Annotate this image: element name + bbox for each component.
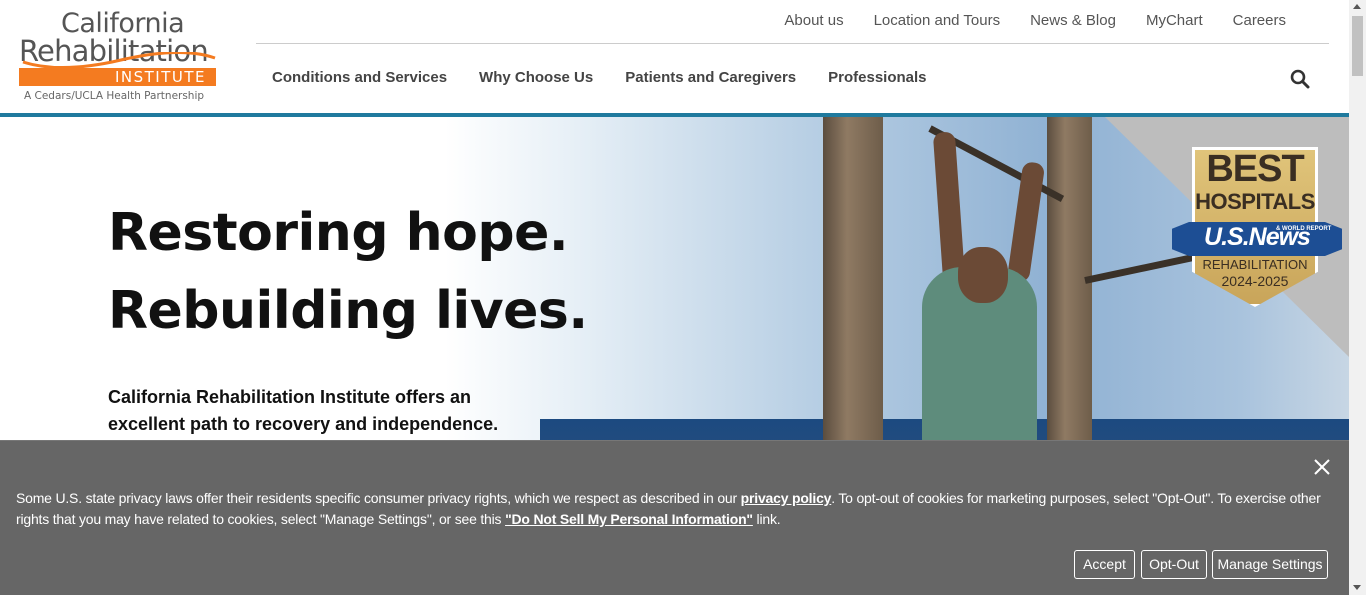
hero-person-head (958, 247, 1008, 303)
cookie-consent-banner: Some U.S. state privacy laws offer their… (0, 440, 1349, 595)
cookie-text-part3: link. (752, 511, 781, 527)
site-logo[interactable]: California Rehabilitation INSTITUTE A Ce… (19, 8, 219, 106)
search-icon[interactable] (1290, 69, 1310, 89)
manage-settings-button[interactable]: Manage Settings (1212, 550, 1328, 579)
main-nav: Conditions and Services Why Choose Us Pa… (272, 69, 927, 86)
main-nav-patients[interactable]: Patients and Caregivers (625, 69, 796, 86)
hero-title-line2: Rebuilding lives. (108, 281, 588, 341)
main-nav-professionals[interactable]: Professionals (828, 69, 926, 86)
main-nav-why-choose[interactable]: Why Choose Us (479, 69, 593, 86)
utility-nav-about[interactable]: About us (784, 12, 843, 29)
header-divider (256, 43, 1329, 44)
utility-nav-location[interactable]: Location and Tours (874, 12, 1000, 29)
hero-subtitle: California Rehabilitation Institute offe… (108, 387, 499, 434)
us-news-badge: BEST HOSPITALS U.S.News & WORLD REPORT R… (1172, 147, 1342, 307)
hero-person-arm-right (1006, 161, 1046, 283)
vertical-scrollbar[interactable] (1349, 0, 1366, 595)
badge-category: REHABILITATION (1202, 257, 1308, 272)
scroll-down-arrow-icon[interactable] (1353, 585, 1361, 590)
cookie-message: Some U.S. state privacy laws offer their… (16, 488, 1336, 530)
utility-nav: About us Location and Tours News & Blog … (784, 12, 1286, 29)
scroll-thumb[interactable] (1352, 16, 1363, 76)
close-icon[interactable] (1312, 457, 1332, 477)
opt-out-button[interactable]: Opt-Out (1141, 550, 1207, 579)
logo-tagline: A Cedars/UCLA Health Partnership (24, 90, 205, 102)
privacy-policy-link[interactable]: privacy policy (741, 490, 832, 506)
hero-post-left (823, 117, 883, 447)
scroll-up-arrow-icon[interactable] (1353, 4, 1361, 9)
accept-button[interactable]: Accept (1074, 550, 1135, 579)
site-header: California Rehabilitation INSTITUTE A Ce… (0, 0, 1349, 113)
main-nav-conditions[interactable]: Conditions and Services (272, 69, 447, 86)
hero-title-line1: Restoring hope. (108, 203, 569, 263)
utility-nav-news[interactable]: News & Blog (1030, 12, 1116, 29)
utility-nav-mychart[interactable]: MyChart (1146, 12, 1203, 29)
badge-years: 2024-2025 (1221, 273, 1289, 289)
do-not-sell-link[interactable]: "Do Not Sell My Personal Information" (505, 511, 753, 527)
logo-text-institute: INSTITUTE (19, 68, 216, 86)
utility-nav-careers[interactable]: Careers (1233, 12, 1286, 29)
badge-hospitals: HOSPITALS (1195, 189, 1315, 214)
cookie-text-part1: Some U.S. state privacy laws offer their… (16, 490, 741, 506)
badge-best: BEST (1206, 148, 1304, 190)
badge-report: & WORLD REPORT (1276, 226, 1332, 232)
